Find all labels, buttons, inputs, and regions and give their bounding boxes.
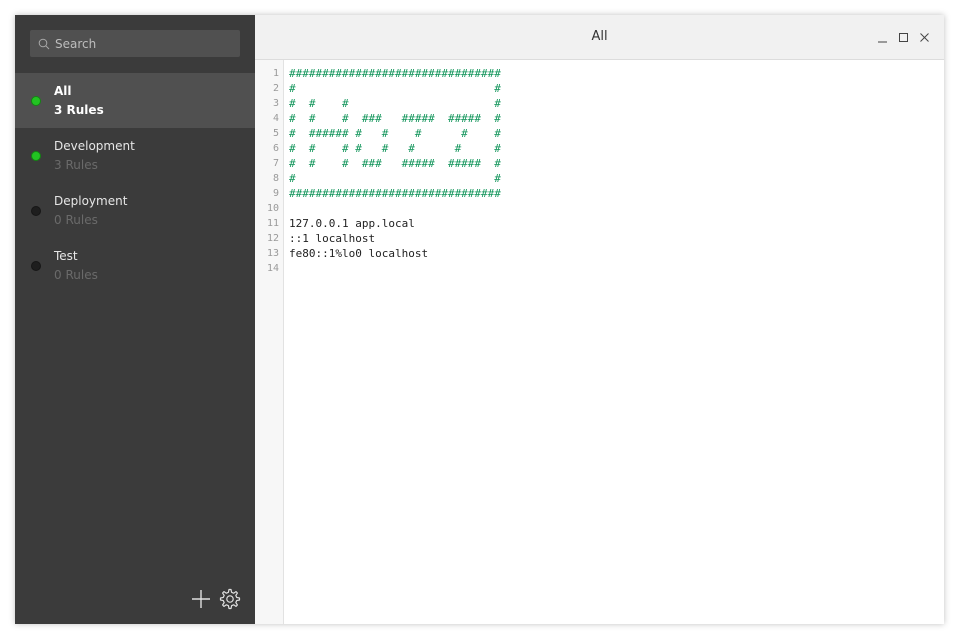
close-icon	[920, 33, 929, 42]
minimize-icon	[878, 41, 887, 43]
group-name: Test	[54, 249, 78, 263]
maximize-button[interactable]	[898, 32, 909, 43]
group-rule-count: 3 Rules	[54, 158, 98, 172]
main-panel: All 1 2 3 4 5 6 7 8 9 10 11 12 13 14 ###…	[255, 15, 944, 624]
line-number: 13	[266, 248, 279, 259]
line-number: 1	[272, 68, 279, 79]
enabled-indicator[interactable]	[31, 96, 41, 106]
group-item-deployment[interactable]: Deployment 0 Rules	[15, 183, 255, 238]
code-line: # # # ### ##### ##### #	[289, 112, 501, 125]
title-bar[interactable]: All	[255, 15, 944, 60]
disabled-indicator[interactable]	[31, 206, 41, 216]
line-number: 10	[266, 203, 279, 214]
code-line: ################################	[289, 187, 501, 200]
code-line: # # # ### ##### ##### #	[289, 157, 501, 170]
group-rule-count: 3 Rules	[54, 103, 104, 117]
code-line: 127.0.0.1 app.local	[289, 217, 415, 230]
group-rule-count: 0 Rules	[54, 268, 98, 282]
line-number: 7	[272, 158, 279, 169]
code-area[interactable]: ################################ # # # # #…	[284, 60, 944, 624]
code-line: ################################	[289, 67, 501, 80]
add-group-button[interactable]	[191, 589, 211, 609]
line-number: 5	[272, 128, 279, 139]
maximize-icon	[899, 33, 908, 42]
sidebar-toolbar	[191, 588, 241, 610]
group-name: Deployment	[54, 194, 128, 208]
line-number-gutter: 1 2 3 4 5 6 7 8 9 10 11 12 13 14	[255, 60, 284, 624]
code-line: # #	[289, 82, 501, 95]
group-name: All	[54, 84, 72, 98]
gear-icon	[219, 588, 241, 610]
window-controls	[877, 32, 930, 43]
group-rule-count: 0 Rules	[54, 213, 98, 227]
minimize-button[interactable]	[877, 32, 888, 43]
plus-icon	[192, 590, 210, 608]
group-list: All 3 Rules Development 3 Rules Deployme…	[15, 73, 255, 293]
line-number: 14	[266, 263, 279, 274]
line-number: 8	[272, 173, 279, 184]
line-number: 12	[266, 233, 279, 244]
line-number: 2	[272, 83, 279, 94]
sidebar: All 3 Rules Development 3 Rules Deployme…	[15, 15, 255, 624]
group-name: Development	[54, 139, 135, 153]
code-line: # # # # # # # #	[289, 142, 501, 155]
app-window: All 3 Rules Development 3 Rules Deployme…	[15, 15, 944, 624]
window-title: All	[591, 29, 608, 44]
disabled-indicator[interactable]	[31, 261, 41, 271]
group-item-test[interactable]: Test 0 Rules	[15, 238, 255, 293]
search-icon	[38, 38, 50, 49]
code-line: # # # #	[289, 97, 501, 110]
code-line: # ###### # # # # #	[289, 127, 501, 140]
close-button[interactable]	[919, 32, 930, 43]
line-number: 11	[266, 218, 279, 229]
line-number: 9	[272, 188, 279, 199]
code-line: ::1 localhost	[289, 232, 376, 245]
code-line: # #	[289, 172, 501, 185]
line-number: 4	[272, 113, 279, 124]
search-input[interactable]	[55, 36, 225, 51]
settings-button[interactable]	[219, 588, 241, 610]
enabled-indicator[interactable]	[31, 151, 41, 161]
line-number: 3	[272, 98, 279, 109]
code-line: fe80::1%lo0 localhost	[289, 247, 429, 260]
group-item-development[interactable]: Development 3 Rules	[15, 128, 255, 183]
hosts-editor[interactable]: 1 2 3 4 5 6 7 8 9 10 11 12 13 14 ####################…	[255, 60, 944, 624]
search-box[interactable]	[30, 30, 240, 57]
line-number: 6	[272, 143, 279, 154]
group-item-all[interactable]: All 3 Rules	[15, 73, 255, 128]
